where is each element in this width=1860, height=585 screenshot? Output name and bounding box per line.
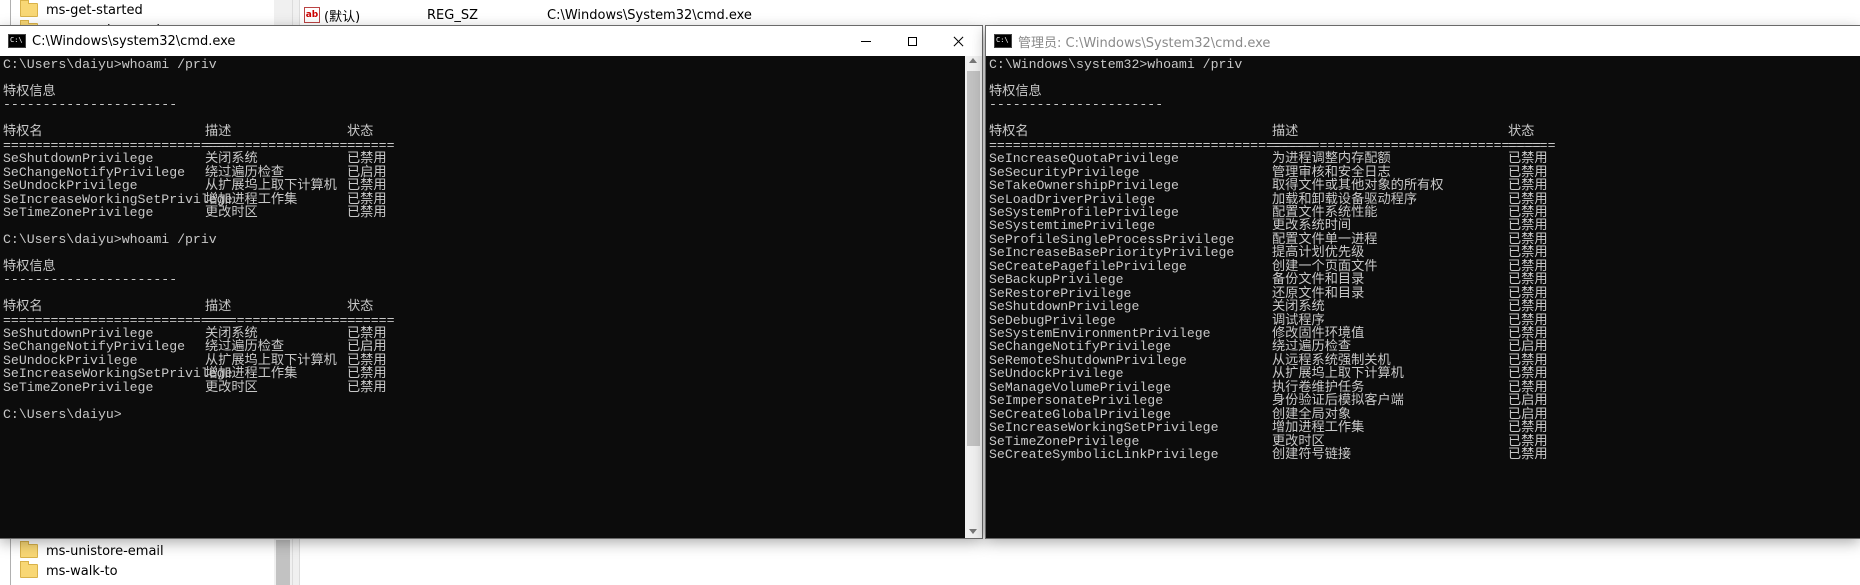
- console-output[interactable]: C:\Users\daiyu>whoami /priv 特权信息 ---------…: [0, 56, 965, 538]
- scroll-up-arrow-icon[interactable]: [969, 58, 977, 63]
- cmd-window-admin[interactable]: 管理员: C:\Windows\System32\cmd.exe C:\Wind…: [986, 26, 1860, 538]
- string-value-icon: ab: [304, 7, 320, 23]
- privilege-state: 已禁用: [1508, 447, 1548, 463]
- command-prompt-line: C:\Users\daiyu>: [3, 406, 122, 422]
- cmd-window-titlebar[interactable]: C:\Windows\system32\cmd.exe: [0, 26, 982, 56]
- tree-item-label: ms-unistore-email: [46, 543, 164, 559]
- console-app-icon: [8, 34, 26, 48]
- command-prompt-line: C:\Users\daiyu>whoami /priv: [3, 57, 217, 72]
- scroll-down-arrow-icon[interactable]: [969, 529, 977, 534]
- privilege-description: 创建符号链接: [1272, 447, 1352, 463]
- command-prompt-line: C:\Windows\system32>whoami /priv: [989, 57, 1243, 72]
- privilege-description: 更改时区: [205, 204, 258, 220]
- privilege-name: SeCreateSymbolicLinkPrivilege: [989, 447, 1219, 463]
- tree-item-ms-walk-to[interactable]: ms-walk-to: [20, 561, 118, 581]
- window-title: 管理员: C:\Windows\System32\cmd.exe: [1018, 35, 1271, 51]
- folder-icon: [20, 561, 38, 578]
- registry-value-row[interactable]: ab (默认) REG_SZ C:\Windows\System32\cmd.e…: [304, 4, 752, 26]
- window-title: C:\Windows\system32\cmd.exe: [32, 33, 236, 49]
- value-type: REG_SZ: [427, 7, 478, 23]
- privilege-state: 已禁用: [347, 379, 387, 395]
- command-prompt-line: C:\Users\daiyu>whoami /priv: [3, 231, 217, 247]
- folder-icon: [20, 0, 38, 17]
- privilege-description: 更改时区: [205, 379, 258, 395]
- console-output[interactable]: C:\Windows\system32>whoami /priv 特权信息 ----…: [986, 56, 1860, 538]
- section-heading-rule: ----------------------: [3, 272, 178, 288]
- minimize-button[interactable]: [843, 26, 889, 56]
- privilege-name: SeTimeZonePrivilege: [3, 379, 154, 395]
- value-data: C:\Windows\System32\cmd.exe: [547, 7, 752, 23]
- tree-item-label: ms-walk-to: [46, 563, 118, 579]
- console-scrollbar[interactable]: [965, 56, 982, 538]
- tree-item-label: ms-get-started: [46, 2, 143, 18]
- privilege-name: SeTimeZonePrivilege: [3, 204, 154, 220]
- tree-scrollbar-thumb[interactable]: [276, 540, 290, 585]
- privilege-state: 已禁用: [347, 204, 387, 220]
- tree-guide-line: [10, 535, 11, 585]
- section-heading-rule: ----------------------: [989, 97, 1164, 113]
- value-name: (默认): [324, 9, 361, 25]
- tree-item-ms-get-started[interactable]: ms-get-started: [20, 0, 143, 20]
- scrollbar-thumb[interactable]: [967, 71, 980, 446]
- tree-item-ms-unistore-email[interactable]: ms-unistore-email: [20, 541, 164, 561]
- folder-icon: [20, 541, 38, 558]
- maximize-button[interactable]: [889, 26, 935, 56]
- section-heading-rule: ----------------------: [3, 97, 178, 113]
- cmd-window-titlebar[interactable]: 管理员: C:\Windows\System32\cmd.exe: [986, 26, 1860, 56]
- cmd-window-user[interactable]: C:\Windows\system32\cmd.exe C:\Users\dai…: [0, 26, 982, 538]
- close-button[interactable]: [935, 26, 981, 56]
- console-app-icon: [994, 34, 1012, 48]
